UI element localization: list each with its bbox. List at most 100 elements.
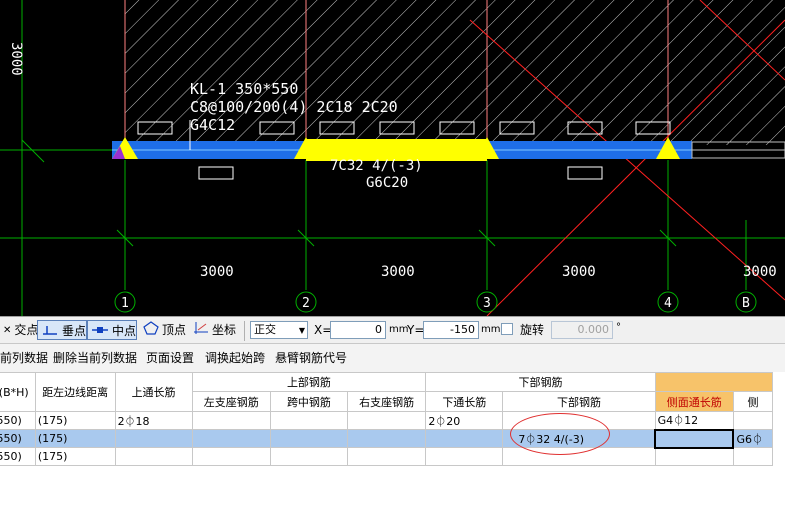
cell-left-support[interactable]	[191, 447, 271, 466]
cell-top-through[interactable]	[114, 429, 193, 448]
x-unit-label: mm	[389, 324, 409, 335]
cell-top-through[interactable]: 2⏀18	[114, 411, 193, 430]
cell-bottom-through[interactable]	[425, 429, 504, 448]
snap-coordinate-label: 坐标	[212, 323, 237, 337]
beam-stirrup-label: C8@100/200(4) 2C18 2C20	[190, 98, 398, 116]
cell-section[interactable]: *550)	[0, 447, 36, 466]
rebar-menu-bar: 前列数据 删除当前列数据 页面设置 调换起始跨 悬臂钢筋代号	[0, 344, 785, 372]
dimension-1-2: 3000	[200, 264, 234, 280]
col-header-bottom-group: 下部钢筋	[425, 372, 656, 392]
snap-perpendicular-button[interactable]: 垂点	[37, 320, 87, 340]
col-header-bottom-through[interactable]: 下通长筋	[425, 391, 504, 412]
ortho-mode-value: 正交	[254, 323, 276, 336]
cell-right-support[interactable]	[346, 447, 427, 466]
cell-mid-span[interactable]	[269, 411, 348, 430]
rebar-table: |(B*H) 距左边线距离 上通长筋 上部钢筋 下部钢筋 左支座钢筋 跨中钢筋 …	[0, 372, 774, 466]
col-header-right-support[interactable]: 右支座钢筋	[346, 391, 427, 412]
axis-label-2: 2	[302, 296, 310, 311]
table-row[interactable]: *550) (175)	[0, 447, 774, 466]
midpoint-icon	[91, 322, 109, 342]
beam-side-rebar-label: G4C12	[190, 116, 235, 134]
cell-side-through[interactable]	[654, 447, 734, 466]
vertex-pentagon-icon	[143, 320, 159, 341]
cell-bottom-rebar[interactable]	[502, 411, 656, 430]
dimension-3-4: 3000	[562, 264, 596, 280]
cell-side-through[interactable]: G4⏀12	[654, 411, 734, 430]
axis-label-4: 4	[664, 296, 672, 311]
rotate-checkbox[interactable]	[501, 323, 513, 335]
cad-drawing-canvas[interactable]: KL-1 350*550 C8@100/200(4) 2C18 2C20 G4C…	[0, 0, 785, 316]
col-header-top-group: 上部钢筋	[191, 372, 427, 392]
cell-side-more[interactable]	[732, 447, 774, 466]
cell-right-support[interactable]	[346, 411, 427, 430]
page-settings-button[interactable]: 页面设置	[146, 344, 194, 372]
col-header-left-support[interactable]: 左支座钢筋	[191, 391, 271, 412]
cell-section[interactable]: *550)	[0, 429, 36, 448]
cell-left-support[interactable]	[191, 411, 271, 430]
cantilever-rebar-code-button[interactable]: 悬臂钢筋代号	[275, 344, 347, 372]
cell-top-through[interactable]	[114, 447, 193, 466]
swap-start-span-button[interactable]: 调换起始跨	[205, 344, 265, 372]
coordinate-icon	[193, 321, 209, 341]
delete-column-data-button[interactable]: 删除当前列数据	[53, 344, 137, 372]
table-row-selected[interactable]: *550) (175) 7⏀32 4/(-3) G6⏀	[0, 428, 774, 449]
cell-bottom-through[interactable]	[425, 447, 504, 466]
y-coordinate-input[interactable]: -150	[423, 321, 479, 339]
axis-label-3: 3	[483, 296, 491, 311]
axis-label-B: B	[742, 296, 750, 311]
span-side-rebar-label: G6C20	[366, 175, 408, 191]
col-header-side-through[interactable]: 侧面通长筋	[654, 391, 734, 412]
cell-side-more[interactable]: G6⏀	[732, 429, 774, 448]
col-header-top-through[interactable]: 上通长筋	[114, 372, 193, 412]
chevron-down-icon: ▼	[298, 326, 305, 335]
cell-distance[interactable]: (175)	[34, 429, 116, 448]
cell-mid-span[interactable]	[269, 447, 348, 466]
beam-name-label: KL-1 350*550	[190, 80, 298, 98]
snap-vertex-button[interactable]: 顶点	[140, 320, 189, 340]
snap-midpoint-button[interactable]: 中点	[87, 320, 137, 340]
axis-label-1: 1	[121, 296, 129, 311]
col-header-distance[interactable]: 距左边线距离	[34, 372, 116, 412]
ortho-mode-select[interactable]: 正交 ▼	[250, 321, 308, 339]
dimension-4-5: 3000	[743, 264, 777, 280]
snap-midpoint-label: 中点	[112, 324, 137, 338]
cell-bottom-through[interactable]: 2⏀20	[425, 411, 504, 430]
snap-toolbar: ✕ 交点 垂点 中点 顶点 坐标 正交 ▼ X= 0 mm Y= -150 mm 旋…	[0, 316, 785, 344]
y-coordinate-label: Y=	[407, 323, 425, 337]
cell-bottom-rebar[interactable]: 7⏀32 4/(-3)	[502, 429, 656, 448]
cell-distance[interactable]: (175)	[34, 411, 116, 430]
x-coordinate-input[interactable]: 0	[330, 321, 386, 339]
cell-distance[interactable]: (175)	[34, 447, 116, 466]
rotate-label: 旋转	[520, 323, 545, 337]
copy-column-data-button[interactable]: 前列数据	[0, 344, 48, 372]
col-header-side-group	[654, 372, 774, 392]
dimension-2-3: 3000	[381, 264, 415, 280]
intersection-icon: ✕	[3, 324, 12, 336]
cell-side-through-active[interactable]	[654, 428, 735, 449]
drawing-svg: KL-1 350*550 C8@100/200(4) 2C18 2C20 G4C…	[0, 0, 785, 316]
cell-side-more[interactable]	[732, 411, 774, 430]
cell-right-support[interactable]	[346, 429, 427, 448]
col-header-bottom-rebar[interactable]: 下部钢筋	[502, 391, 656, 412]
cell-mid-span[interactable]	[269, 429, 348, 448]
col-header-section[interactable]: |(B*H)	[0, 372, 36, 412]
cell-bottom-rebar[interactable]	[502, 447, 656, 466]
snap-intersection-button[interactable]: ✕ 交点	[0, 320, 41, 340]
col-header-mid-span[interactable]: 跨中钢筋	[269, 391, 348, 412]
rebar-input-grid: |(B*H) 距左边线距离 上通长筋 上部钢筋 下部钢筋 左支座钢筋 跨中钢筋 …	[0, 372, 785, 519]
y-unit-label: mm	[481, 324, 501, 335]
perpendicular-icon	[41, 322, 59, 342]
snap-coordinate-button[interactable]: 坐标	[190, 320, 239, 340]
left-dimension: 3000	[8, 42, 24, 76]
axis-bubbles: 1 2 3 4 B	[114, 291, 757, 313]
toolbar-divider	[244, 321, 245, 341]
table-row[interactable]: *550) (175) 2⏀18 2⏀20 G4⏀12	[0, 411, 774, 430]
snap-perpendicular-label: 垂点	[62, 324, 87, 338]
span-dimensions: 3000 3000 3000 3000	[200, 264, 777, 280]
col-header-side-more[interactable]: 侧	[732, 391, 774, 412]
rotate-angle-input[interactable]: 0.000	[551, 321, 613, 339]
degree-unit-label: °	[616, 322, 621, 333]
cell-left-support[interactable]	[191, 429, 271, 448]
span-bottom-rebar-label: 7C32 4/(-3)	[330, 158, 423, 174]
cell-section[interactable]: *550)	[0, 411, 36, 430]
